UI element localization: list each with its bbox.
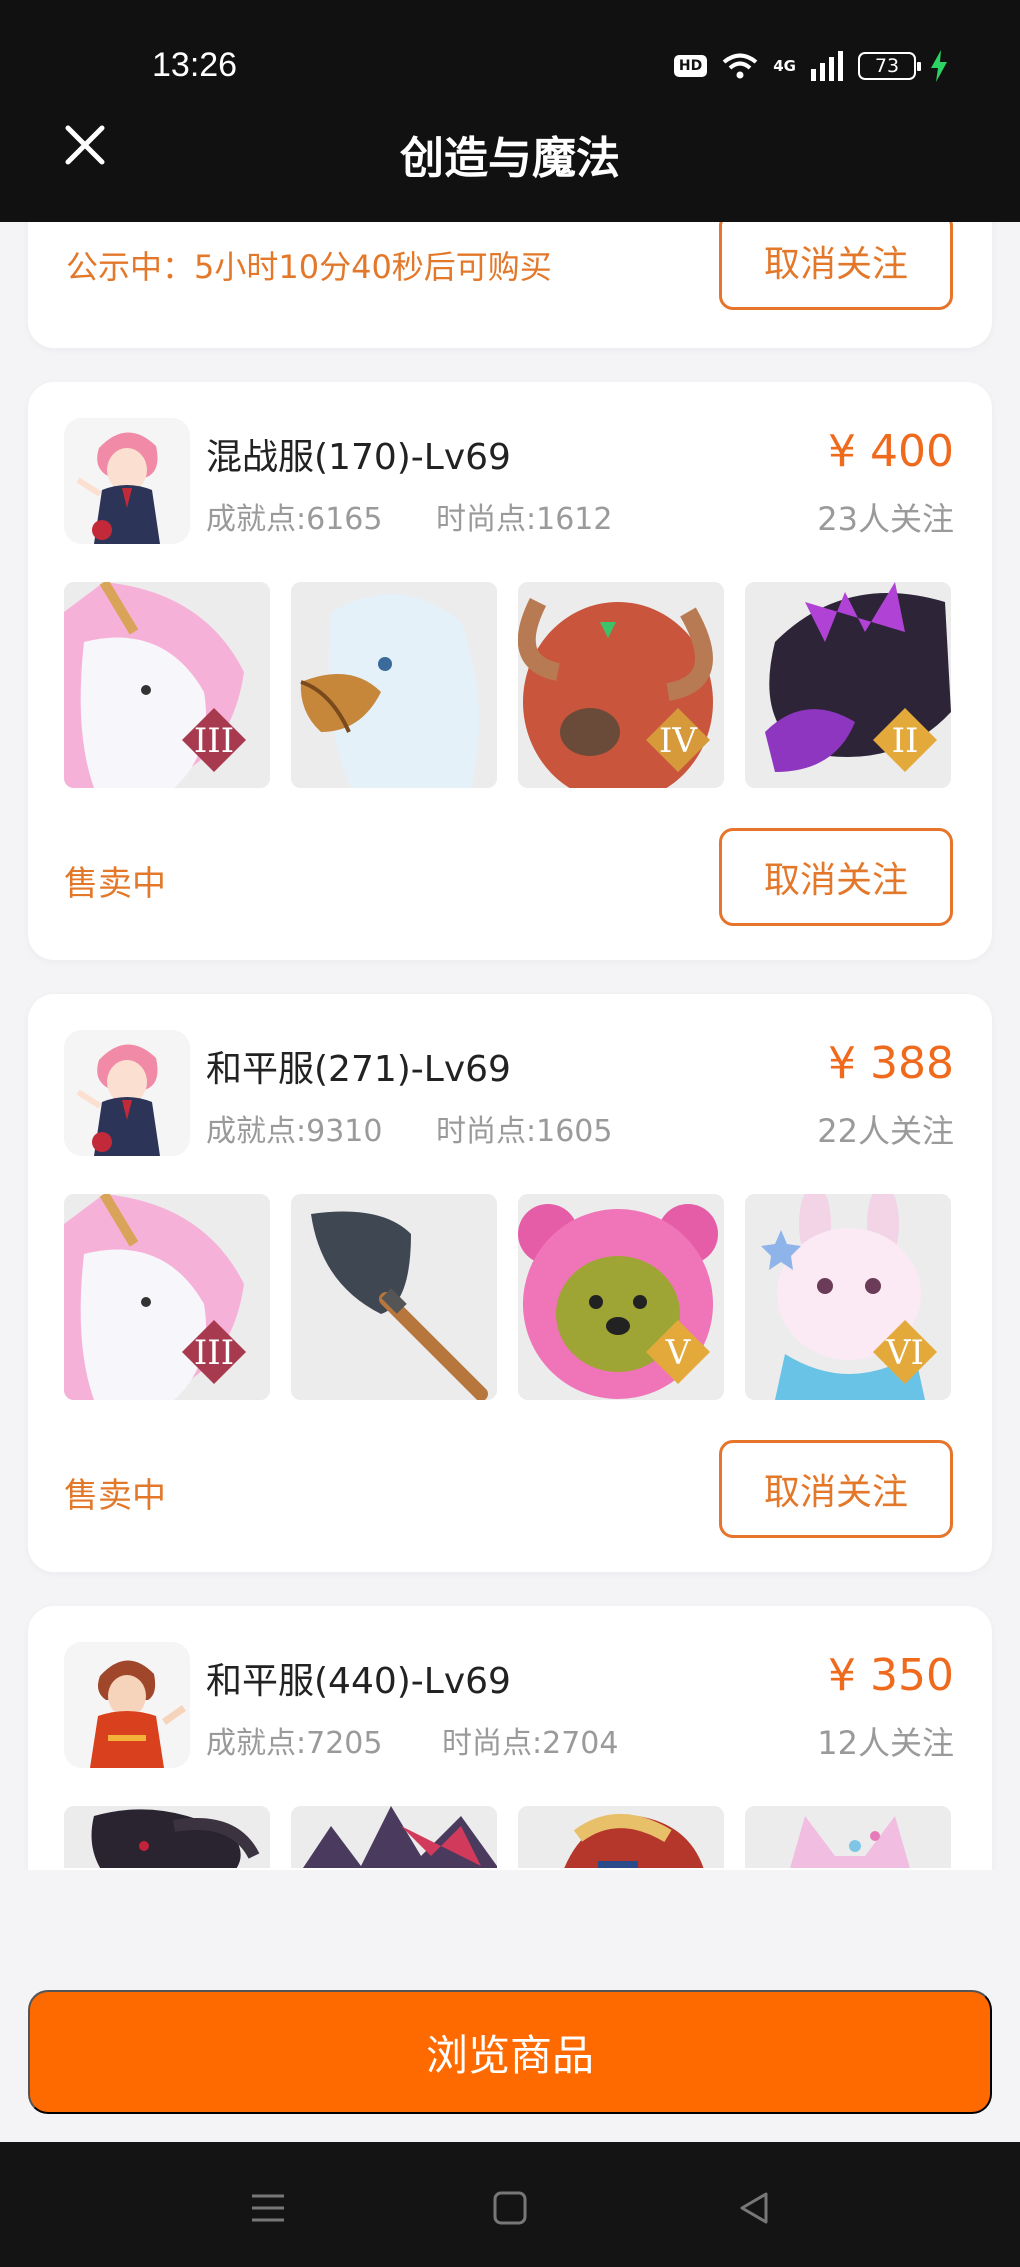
pet-thumbnail[interactable]: [291, 1806, 497, 1868]
server-name: 和平服(440)-Lv69: [206, 1661, 511, 1702]
battery-icon: 73: [858, 52, 921, 80]
status-icons: HD 4G 73: [673, 50, 948, 82]
signal-icon: [811, 51, 843, 81]
back-icon[interactable]: [732, 2186, 776, 2230]
page-title: 创造与魔法: [400, 133, 620, 184]
fashion-points: 时尚点:2704: [442, 1726, 619, 1761]
pet-thumbnail[interactable]: [518, 1806, 724, 1868]
pet-list: [64, 1806, 951, 1868]
svg-text:IV: IV: [659, 721, 698, 761]
server-name: 混战服(170)-Lv69: [206, 437, 511, 478]
price: ¥ 400: [828, 426, 954, 477]
publicity-countdown: 公示中：5小时10分40秒后可购买: [66, 248, 552, 286]
pet-pink-bear-thumbnail[interactable]: V: [518, 1194, 724, 1400]
svg-text:III: III: [194, 1333, 234, 1373]
server-name: 和平服(271)-Lv69: [206, 1049, 511, 1090]
fashion-points: 时尚点:1605: [436, 1114, 613, 1149]
follower-count: 22人关注: [817, 1112, 954, 1150]
pet-unicorn-thumbnail[interactable]: III: [64, 1194, 270, 1400]
unfollow-button[interactable]: 取消关注: [719, 828, 953, 926]
pet-list: III: [64, 1194, 951, 1400]
wifi-icon: [722, 53, 758, 79]
svg-text:VI: VI: [885, 1333, 924, 1373]
hd-badge: HD: [673, 55, 708, 77]
listing-card: 公示中：5小时10分40秒后可购买 取消关注: [28, 222, 992, 348]
pet-unicorn-thumbnail[interactable]: III: [64, 582, 270, 788]
pet-shovel-thumbnail[interactable]: [291, 1194, 497, 1400]
home-icon[interactable]: [488, 2186, 532, 2230]
status-time: 13:26: [152, 46, 238, 84]
follower-count: 23人关注: [817, 500, 954, 538]
bottom-action-area: 浏览商品: [0, 1870, 1020, 2142]
price: ¥ 388: [828, 1038, 954, 1089]
price: ¥ 350: [828, 1650, 954, 1701]
pet-thumbnail[interactable]: [745, 1806, 951, 1868]
achievement-points: 成就点:7205: [206, 1726, 383, 1761]
pet-list: III: [64, 582, 951, 788]
listing-card[interactable]: 和平服(271)-Lv69 成就点:9310 时尚点:1605 ¥ 388 22…: [28, 994, 992, 1572]
avatar: [64, 1642, 190, 1768]
sale-status: 售卖中: [64, 864, 166, 904]
listing-card[interactable]: 和平服(440)-Lv69 成就点:7205 时尚点:2704 ¥ 350 12…: [28, 1606, 992, 1870]
pet-bunny-thumbnail[interactable]: VI: [745, 1194, 951, 1400]
nav-bar: 创造与魔法: [0, 100, 1020, 222]
pet-thumbnail[interactable]: [64, 1806, 270, 1868]
svg-text:III: III: [194, 721, 234, 761]
achievement-points: 成就点:9310: [206, 1114, 383, 1149]
charging-icon: [931, 50, 947, 82]
unfollow-button[interactable]: 取消关注: [719, 222, 953, 310]
follower-count: 12人关注: [817, 1724, 954, 1762]
network-type: 4G: [773, 57, 796, 75]
svg-text:V: V: [665, 1333, 692, 1373]
listing-card[interactable]: 混战服(170)-Lv69 成就点:6165 时尚点:1612 ¥ 400 23…: [28, 382, 992, 960]
avatar: [64, 1030, 190, 1156]
achievement-points: 成就点:6165: [206, 502, 383, 537]
pet-griffin-thumbnail[interactable]: [291, 582, 497, 788]
unfollow-button[interactable]: 取消关注: [719, 1440, 953, 1538]
menu-icon[interactable]: [246, 2186, 290, 2230]
pet-ram-beast-thumbnail[interactable]: IV: [518, 582, 724, 788]
sale-status: 售卖中: [64, 1476, 166, 1516]
listing-scroll[interactable]: 公示中：5小时10分40秒后可购买 取消关注 混战服(170)-Lv69 成就点…: [0, 222, 1020, 1870]
svg-text:II: II: [892, 721, 919, 761]
fashion-points: 时尚点:1612: [436, 502, 613, 537]
avatar: [64, 418, 190, 544]
browse-products-button[interactable]: 浏览商品: [28, 1990, 992, 2114]
pet-dragon-thumbnail[interactable]: II: [745, 582, 951, 788]
system-nav-bar: [0, 2142, 1020, 2267]
